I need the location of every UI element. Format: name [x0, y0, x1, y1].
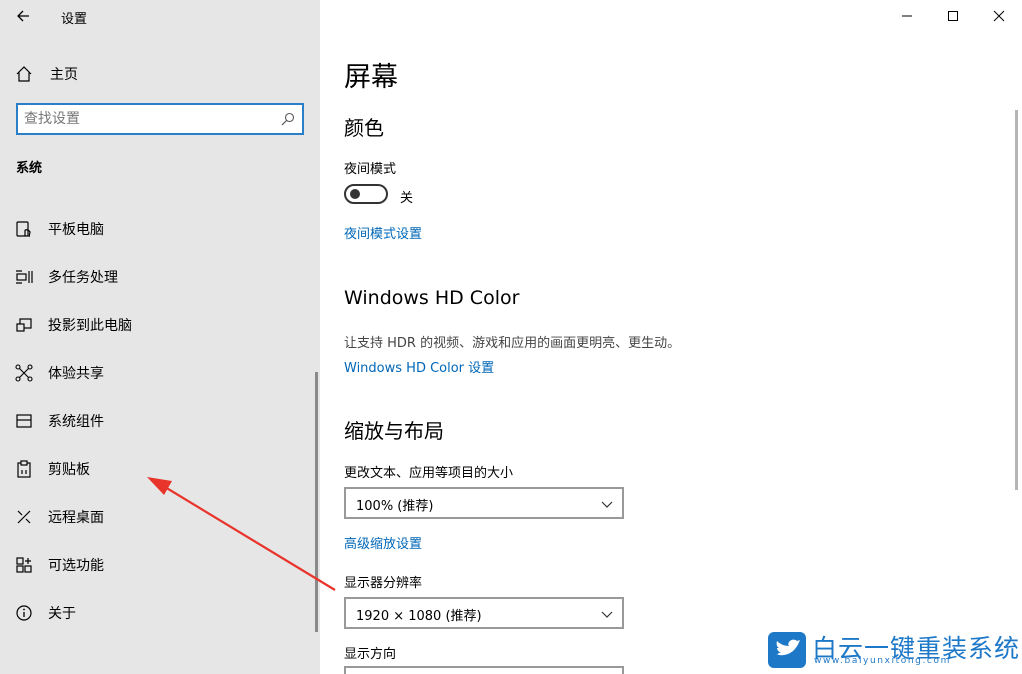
orientation-dropdown[interactable] [344, 666, 624, 674]
minimize-icon [902, 15, 912, 17]
dropdown-value: 1920 × 1080 (推荐) [356, 609, 482, 624]
sidebar-item-multitasking[interactable]: 多任务处理 [14, 265, 118, 289]
night-mode-settings-link[interactable]: 夜间模式设置 [344, 223, 422, 242]
night-mode-label: 夜间模式 [344, 162, 397, 177]
page-title: 屏幕 [344, 62, 398, 93]
sidebar-item-home[interactable]: 主页 [14, 63, 78, 85]
watermark: 白云一键重装系统 www.baiyunxitong.com [768, 632, 1019, 668]
chevron-down-icon [601, 501, 613, 508]
optional-features-icon [14, 555, 34, 575]
share-icon [14, 363, 34, 383]
project-icon [14, 315, 34, 335]
hdr-settings-link[interactable]: Windows HD Color 设置 [344, 357, 494, 376]
sidebar-item-shared-experiences[interactable]: 体验共享 [14, 361, 104, 385]
resolution-label: 显示器分辨率 [344, 576, 423, 591]
remote-desktop-icon [14, 507, 34, 527]
sidebar-item-label: 系统组件 [48, 414, 104, 430]
sidebar-item-about[interactable]: 关于 [14, 601, 76, 625]
resolution-dropdown[interactable]: 1920 × 1080 (推荐) [344, 597, 624, 629]
home-icon [16, 66, 32, 82]
color-heading: 颜色 [344, 116, 384, 140]
sidebar-item-project-to-pc[interactable]: 投影到此电脑 [14, 313, 132, 337]
sidebar-item-system-components[interactable]: 系统组件 [14, 409, 104, 433]
sidebar-item-clipboard[interactable]: 剪贴板 [14, 457, 90, 481]
window-title: 设置 [61, 12, 88, 27]
multitask-icon [14, 267, 34, 287]
text-size-label: 更改文本、应用等项目的大小 [344, 466, 514, 481]
hdr-description: 让支持 HDR 的视频、游戏和应用的画面更明亮、更生动。 [344, 336, 681, 351]
hdr-heading: Windows HD Color [344, 287, 520, 309]
dropdown-value: 100% (推荐) [356, 499, 434, 514]
bird-logo-icon [768, 632, 806, 668]
text-size-dropdown[interactable]: 100% (推荐) [344, 487, 624, 519]
sidebar-item-label: 主页 [50, 67, 78, 83]
sidebar-item-tablet[interactable]: 平板电脑 [14, 217, 104, 241]
orientation-label: 显示方向 [344, 647, 397, 662]
component-icon [14, 411, 34, 431]
search-box[interactable] [16, 103, 304, 135]
window-controls [884, 0, 1022, 32]
sidebar-item-label: 远程桌面 [48, 510, 104, 526]
info-icon [14, 603, 34, 623]
close-button[interactable] [976, 0, 1022, 32]
sidebar-item-label: 关于 [48, 606, 76, 622]
advanced-scaling-link[interactable]: 高级缩放设置 [344, 533, 422, 552]
back-arrow-icon [17, 10, 29, 22]
sidebar-item-label: 可选功能 [48, 558, 104, 574]
night-mode-state: 关 [400, 191, 414, 206]
scale-heading: 缩放与布局 [344, 419, 444, 443]
night-mode-toggle[interactable] [344, 184, 388, 204]
sidebar-item-label: 投影到此电脑 [48, 318, 132, 334]
back-button[interactable] [14, 6, 34, 26]
sidebar-section-title: 系统 [16, 161, 43, 176]
sidebar-item-optional-features[interactable]: 可选功能 [14, 553, 104, 577]
maximize-button[interactable] [930, 0, 976, 32]
sidebar-item-remote-desktop[interactable]: 远程桌面 [14, 505, 104, 529]
tablet-icon [14, 219, 34, 239]
maximize-icon [948, 11, 958, 21]
search-icon [281, 112, 295, 126]
chevron-down-icon [601, 611, 613, 618]
sidebar: 设置 主页 系统 平板电脑 多任务处理 投影到此电脑 [0, 0, 320, 674]
toggle-knob [350, 189, 360, 199]
sidebar-item-label: 多任务处理 [48, 270, 118, 286]
main-scrollbar[interactable] [1015, 110, 1018, 490]
sidebar-item-label: 平板电脑 [48, 222, 104, 238]
search-input[interactable] [24, 108, 274, 130]
minimize-button[interactable] [884, 0, 930, 32]
sidebar-item-label: 剪贴板 [48, 462, 90, 478]
sidebar-scrollbar[interactable] [315, 372, 318, 632]
watermark-url: www.baiyunxitong.com [814, 656, 951, 666]
close-icon [993, 10, 1005, 22]
sidebar-item-label: 体验共享 [48, 366, 104, 382]
clipboard-icon [14, 459, 34, 479]
